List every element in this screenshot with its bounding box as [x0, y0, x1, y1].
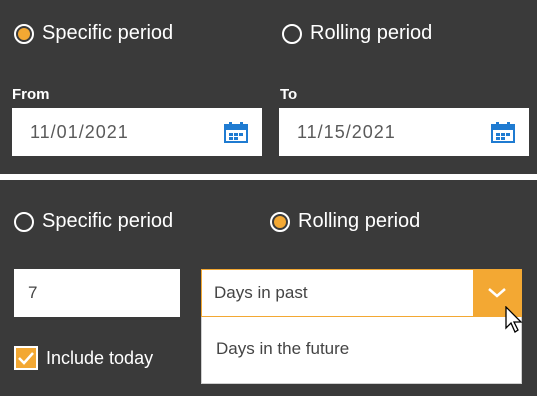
to-date-input[interactable]: 11/15/2021	[279, 108, 529, 156]
period-unit-dropdown: Days in the future	[201, 317, 522, 384]
calendar-icon[interactable]	[491, 121, 515, 143]
to-date-value: 11/15/2021	[297, 121, 396, 142]
radio-button-selected[interactable]	[270, 211, 290, 232]
to-label: To	[280, 86, 298, 103]
from-date-input[interactable]: 11/01/2021	[12, 108, 262, 156]
period-unit-select[interactable]: Days in past	[201, 269, 522, 317]
radio-rolling-period[interactable]: Rolling period	[270, 210, 420, 233]
rolling-period-panel: Specific period Rolling period 7 Days in…	[0, 180, 537, 396]
radio-button-selected[interactable]	[14, 23, 34, 44]
include-today-checkbox[interactable]: Include today	[14, 346, 153, 370]
chevron-down-icon	[488, 288, 506, 298]
from-date-value: 11/01/2021	[30, 121, 129, 142]
radio-rolling-label: Rolling period	[310, 22, 433, 44]
checkbox-checked[interactable]	[14, 346, 38, 370]
radio-rolling-label: Rolling period	[298, 210, 421, 232]
radio-specific-period[interactable]: Specific period	[14, 210, 173, 233]
period-unit-value: Days in past	[214, 283, 308, 302]
radio-button-unselected[interactable]	[14, 211, 34, 232]
period-count-value: 7	[28, 283, 38, 302]
radio-rolling-period[interactable]: Rolling period	[282, 22, 432, 45]
radio-specific-label: Specific period	[42, 22, 174, 44]
mouse-cursor-icon	[505, 306, 523, 333]
radio-button-unselected[interactable]	[282, 23, 302, 44]
radio-specific-period[interactable]: Specific period	[14, 22, 173, 45]
dropdown-option[interactable]: Days in the future	[202, 317, 521, 359]
period-count-input[interactable]: 7	[14, 269, 180, 317]
specific-period-panel: Specific period Rolling period From 11/0…	[0, 0, 537, 174]
calendar-icon[interactable]	[224, 121, 248, 143]
from-label: From	[12, 86, 50, 103]
include-today-label: Include today	[46, 347, 154, 368]
radio-specific-label: Specific period	[42, 210, 174, 232]
checkmark-icon	[18, 352, 34, 365]
